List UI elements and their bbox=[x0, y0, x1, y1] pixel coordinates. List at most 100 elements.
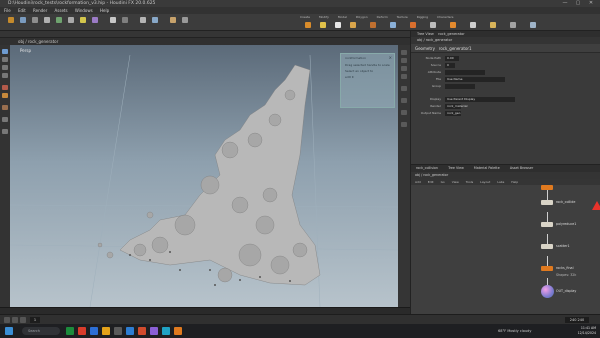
houdini-app-icon[interactable] bbox=[174, 327, 182, 335]
shelf-tab[interactable]: Modify bbox=[319, 15, 329, 19]
view-tool-icon[interactable] bbox=[2, 105, 8, 110]
network-tab[interactable]: Tree View bbox=[448, 166, 464, 170]
null-tool-icon[interactable] bbox=[68, 17, 74, 23]
param-value[interactable]: rock_geo bbox=[445, 111, 461, 116]
box-tool-icon[interactable] bbox=[8, 17, 14, 23]
font-tool-icon[interactable] bbox=[152, 17, 158, 23]
param-value[interactable]: Use Name bbox=[445, 77, 505, 82]
select-tool-icon[interactable] bbox=[2, 49, 8, 54]
network-menu-item[interactable]: Add bbox=[415, 180, 421, 184]
play-icon[interactable] bbox=[20, 317, 26, 323]
viewport-camera-label[interactable]: Persp bbox=[20, 48, 31, 53]
network-tab[interactable]: Material Palette bbox=[474, 166, 500, 170]
switcher-icon[interactable] bbox=[530, 22, 536, 28]
point-light-icon[interactable] bbox=[320, 22, 326, 28]
display-option-icon[interactable] bbox=[401, 50, 407, 55]
rotate-tool-icon[interactable] bbox=[2, 65, 8, 70]
display-option-icon[interactable] bbox=[401, 110, 407, 115]
network-menu-item[interactable]: Go bbox=[441, 180, 445, 184]
display-option-icon[interactable] bbox=[401, 58, 407, 63]
network-node[interactable] bbox=[541, 244, 553, 249]
grid-tool-icon[interactable] bbox=[56, 17, 62, 23]
maximize-icon[interactable]: ▢ bbox=[573, 0, 583, 7]
app-icon[interactable] bbox=[162, 327, 170, 335]
network-menu-item[interactable]: Edit bbox=[428, 180, 434, 184]
spot-light-icon[interactable] bbox=[335, 22, 341, 28]
menu-edit[interactable]: Edit bbox=[18, 8, 26, 13]
vr-camera-icon[interactable] bbox=[510, 22, 516, 28]
network-tab[interactable]: Asset Browser bbox=[510, 166, 533, 170]
network-menu-item[interactable]: Help bbox=[511, 180, 518, 184]
shelf-tab[interactable]: Texture bbox=[397, 15, 408, 19]
spray-paint-icon[interactable] bbox=[140, 17, 146, 23]
param-value[interactable] bbox=[445, 70, 485, 75]
shelf-tab[interactable]: Deform bbox=[377, 15, 388, 19]
app-icon[interactable] bbox=[90, 327, 98, 335]
param-tab[interactable]: Tree View bbox=[417, 32, 434, 36]
stop-icon[interactable] bbox=[12, 317, 18, 323]
network-node[interactable] bbox=[541, 185, 553, 190]
network-menu-item[interactable]: Layout bbox=[480, 180, 490, 184]
stereo-camera-icon[interactable] bbox=[490, 22, 496, 28]
app-icon[interactable] bbox=[138, 327, 146, 335]
gi-light-icon[interactable] bbox=[410, 22, 416, 28]
pose-tool-icon[interactable] bbox=[2, 93, 8, 98]
play-reverse-icon[interactable] bbox=[4, 317, 10, 323]
shelf-tab[interactable]: Polygon bbox=[356, 15, 368, 19]
env-light-icon[interactable] bbox=[370, 22, 376, 28]
scale-tool-icon[interactable] bbox=[2, 73, 8, 78]
portal-light-icon[interactable] bbox=[430, 22, 436, 28]
frame-range-field[interactable]: 240 240 bbox=[565, 317, 589, 323]
app-icon[interactable] bbox=[66, 327, 74, 335]
handle-tool-icon[interactable] bbox=[2, 85, 8, 90]
brush-icon[interactable] bbox=[2, 129, 8, 134]
network-menu-item[interactable]: Tools bbox=[466, 180, 473, 184]
snap-icon[interactable] bbox=[2, 117, 8, 122]
param-value[interactable]: 0 bbox=[445, 63, 455, 68]
network-path[interactable]: obj / rock_generator bbox=[411, 172, 600, 179]
network-menu-item[interactable]: Labs bbox=[497, 180, 504, 184]
network-menu-item[interactable]: View bbox=[452, 180, 459, 184]
move-tool-icon[interactable] bbox=[2, 57, 8, 62]
menu-assets[interactable]: Assets bbox=[55, 8, 68, 13]
display-option-icon[interactable] bbox=[401, 98, 407, 103]
param-value[interactable]: rock_material bbox=[445, 104, 467, 109]
start-icon[interactable] bbox=[5, 327, 13, 335]
menu-windows[interactable]: Windows bbox=[75, 8, 93, 13]
network-node[interactable] bbox=[541, 266, 553, 271]
app-icon[interactable] bbox=[150, 327, 158, 335]
network-node[interactable] bbox=[541, 222, 553, 227]
menu-render[interactable]: Render bbox=[33, 8, 47, 13]
weather-widget[interactable]: 68°F Mostly cloudy bbox=[498, 327, 531, 335]
minimize-icon[interactable]: — bbox=[560, 0, 570, 7]
display-option-icon[interactable] bbox=[401, 122, 407, 127]
display-option-icon[interactable] bbox=[401, 74, 407, 79]
shelf-tab[interactable]: Characters bbox=[437, 15, 453, 19]
circle-tool-icon[interactable] bbox=[92, 17, 98, 23]
frame-field[interactable]: 1 bbox=[30, 317, 40, 323]
timeline[interactable] bbox=[0, 307, 410, 314]
close-icon[interactable]: × bbox=[389, 55, 392, 60]
ambient-light-icon[interactable] bbox=[470, 22, 476, 28]
camera-icon[interactable] bbox=[305, 22, 311, 28]
display-option-icon[interactable] bbox=[401, 66, 407, 71]
display-option-icon[interactable] bbox=[401, 86, 407, 91]
scene-viewport[interactable]: Persp × rockformation Drag selected hand… bbox=[10, 45, 398, 307]
param-tab[interactable]: rock_generator bbox=[438, 32, 465, 36]
area-light-icon[interactable] bbox=[350, 22, 356, 28]
viewer-path[interactable]: obj / rock_generator bbox=[0, 38, 410, 45]
l-system-icon[interactable] bbox=[182, 17, 188, 23]
taskbar-search[interactable]: Search bbox=[22, 327, 60, 335]
shelf-tab[interactable]: Rigging bbox=[417, 15, 428, 19]
caustic-light-icon[interactable] bbox=[450, 22, 456, 28]
network-node[interactable] bbox=[541, 200, 553, 205]
warning-icon[interactable] bbox=[592, 201, 600, 210]
menu-file[interactable]: File bbox=[4, 8, 11, 13]
sky-light-icon[interactable] bbox=[390, 22, 396, 28]
network-tab[interactable]: rock_collision bbox=[416, 166, 438, 170]
param-value[interactable] bbox=[445, 84, 475, 89]
line-tool-icon[interactable] bbox=[80, 17, 86, 23]
app-icon[interactable] bbox=[78, 327, 86, 335]
draw-curve-icon[interactable] bbox=[122, 17, 128, 23]
output-node-sphere[interactable] bbox=[541, 285, 554, 298]
